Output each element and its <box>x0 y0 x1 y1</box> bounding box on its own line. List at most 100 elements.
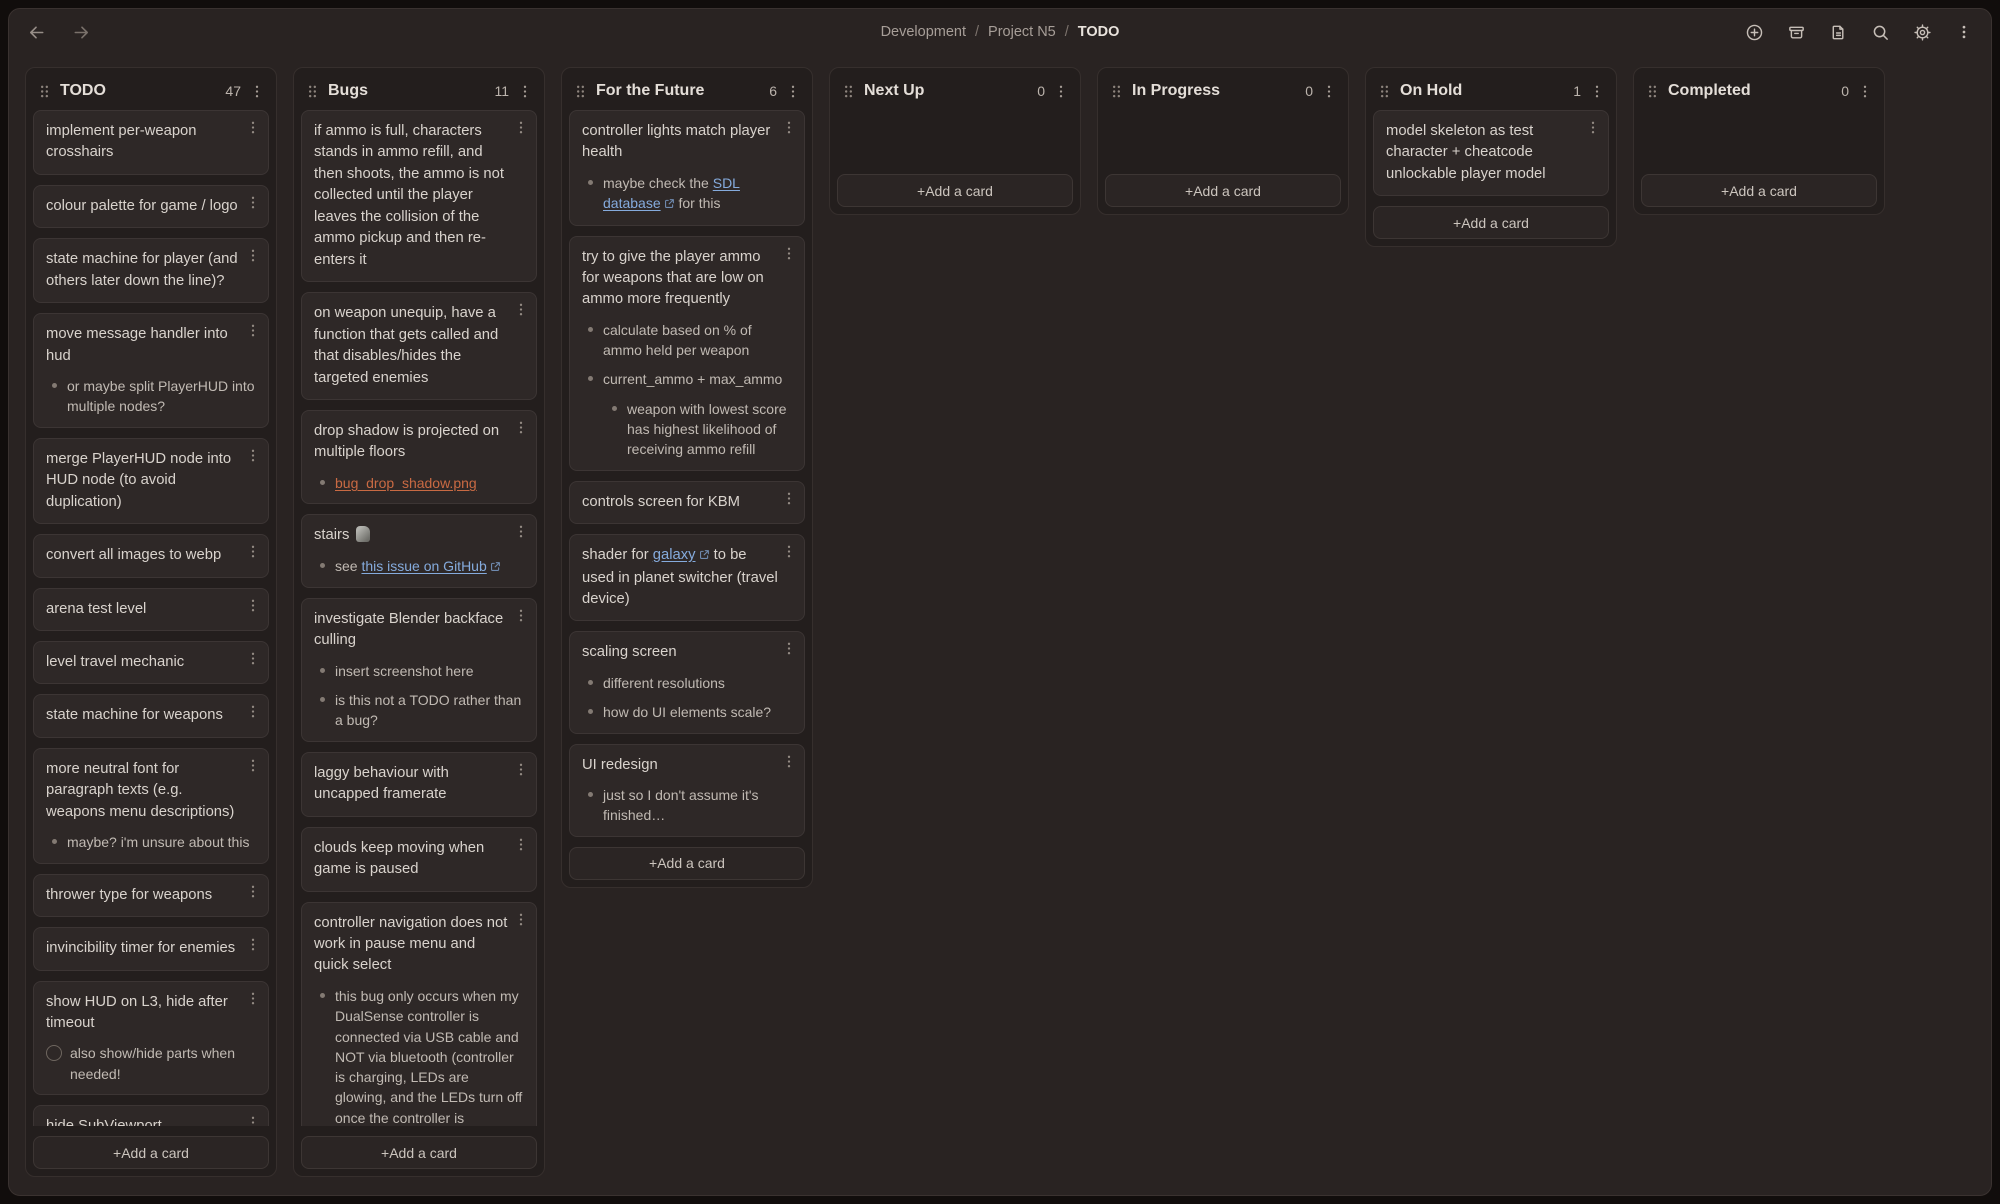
card-menu-button[interactable] <box>246 448 260 466</box>
card[interactable]: clouds keep moving when game is paused <box>301 827 537 892</box>
add-card-button[interactable]: +Add a card <box>837 174 1073 207</box>
card-menu-button[interactable] <box>246 323 260 341</box>
card[interactable]: model skeleton as test character + cheat… <box>1373 110 1609 196</box>
card[interactable]: controller navigation does not work in p… <box>301 902 537 1126</box>
card[interactable]: more neutral font for paragraph texts (e… <box>33 748 269 864</box>
kebab-menu-icon <box>518 84 532 99</box>
more-menu-button[interactable] <box>1955 23 1973 41</box>
card-menu-button[interactable] <box>1586 120 1600 138</box>
archive-button[interactable] <box>1787 23 1806 42</box>
card[interactable]: show HUD on L3, hide after timeoutalso s… <box>33 981 269 1096</box>
card-menu-button[interactable] <box>246 991 260 1009</box>
card[interactable]: laggy behaviour with uncapped framerate <box>301 752 537 817</box>
card-menu-button[interactable] <box>246 651 260 669</box>
card-menu-button[interactable] <box>514 302 528 320</box>
add-card-button[interactable]: +Add a card <box>1641 174 1877 207</box>
drag-handle-icon[interactable] <box>1110 84 1123 99</box>
card[interactable]: level travel mechanic <box>33 641 269 684</box>
column-menu-button[interactable] <box>1054 84 1068 99</box>
card-menu-button[interactable] <box>782 246 796 264</box>
back-button[interactable] <box>27 23 46 42</box>
drag-handle-icon[interactable] <box>38 84 51 99</box>
card[interactable]: controls screen for KBM <box>569 481 805 524</box>
add-card-button[interactable]: +Add a card <box>33 1136 269 1169</box>
column-menu-button[interactable] <box>518 84 532 99</box>
card[interactable]: state machine for weapons <box>33 694 269 737</box>
card[interactable]: move message handler into hudor maybe sp… <box>33 313 269 428</box>
new-item-button[interactable] <box>1745 23 1764 42</box>
card-menu-button[interactable] <box>782 491 796 509</box>
settings-button[interactable] <box>1913 23 1932 42</box>
card-menu-button[interactable] <box>246 544 260 562</box>
card-menu-button[interactable] <box>782 120 796 138</box>
notes-button[interactable] <box>1829 23 1848 42</box>
card[interactable]: invincibility timer for enemies <box>33 927 269 970</box>
forward-button[interactable] <box>72 23 91 42</box>
text: for this <box>675 195 721 211</box>
archive-icon <box>1787 23 1806 42</box>
kebab-menu-icon <box>246 758 260 776</box>
circle-checkbox[interactable] <box>46 1045 62 1061</box>
card[interactable]: thrower type for weapons <box>33 874 269 917</box>
card[interactable]: scaling screendifferent resolutionshow d… <box>569 631 805 733</box>
card-menu-button[interactable] <box>782 544 796 562</box>
text: invincibility timer for enemies <box>46 940 235 956</box>
column-menu-button[interactable] <box>786 84 800 99</box>
drag-handle-icon[interactable] <box>1646 84 1659 99</box>
card[interactable]: drop shadow is projected on multiple flo… <box>301 410 537 504</box>
drag-handle-icon[interactable] <box>306 84 319 99</box>
card[interactable]: state machine for player (and others lat… <box>33 238 269 303</box>
card-menu-button[interactable] <box>782 641 796 659</box>
card-menu-button[interactable] <box>246 598 260 616</box>
card[interactable]: shader for galaxy to be used in planet s… <box>569 534 805 621</box>
column-menu-button[interactable] <box>1590 84 1604 99</box>
card-menu-button[interactable] <box>514 524 528 542</box>
drag-handle-icon[interactable] <box>1378 84 1391 99</box>
card-menu-button[interactable] <box>514 120 528 138</box>
breadcrumb-item-project[interactable]: Project N5 <box>988 24 1056 40</box>
attachment-link[interactable]: bug_drop_shadow.png <box>335 475 477 491</box>
card[interactable]: merge PlayerHUD node into HUD node (to a… <box>33 438 269 524</box>
column-menu-button[interactable] <box>250 84 264 99</box>
card-menu-button[interactable] <box>246 248 260 266</box>
kebab-menu-icon <box>1590 84 1604 99</box>
card[interactable]: controller lights match player healthmay… <box>569 110 805 226</box>
card[interactable]: investigate Blender backface cullinginse… <box>301 598 537 742</box>
add-card-button[interactable]: +Add a card <box>569 847 805 880</box>
card[interactable]: colour palette for game / logo <box>33 185 269 228</box>
drag-handle-icon[interactable] <box>842 84 855 99</box>
card-menu-button[interactable] <box>514 608 528 626</box>
card-menu-button[interactable] <box>246 195 260 213</box>
card-menu-button[interactable] <box>246 704 260 722</box>
card[interactable]: UI redesignjust so I don't assume it's f… <box>569 744 805 837</box>
card[interactable]: hide SubViewport environment for item pr… <box>33 1105 269 1126</box>
add-card-button[interactable]: +Add a card <box>1105 174 1341 207</box>
card-menu-button[interactable] <box>514 420 528 438</box>
card[interactable]: if ammo is full, characters stands in am… <box>301 110 537 282</box>
card[interactable]: arena test level <box>33 588 269 631</box>
add-card-button[interactable]: +Add a card <box>1373 206 1609 239</box>
column-header: Completed0 <box>1641 75 1877 110</box>
search-button[interactable] <box>1871 23 1890 42</box>
external-link[interactable]: galaxy <box>653 547 696 563</box>
card-menu-button[interactable] <box>514 837 528 855</box>
card[interactable]: stairssee this issue on GitHub <box>301 514 537 588</box>
card-menu-button[interactable] <box>246 884 260 902</box>
breadcrumb-item-development[interactable]: Development <box>881 24 966 40</box>
card[interactable]: implement per-weapon crosshairs <box>33 110 269 175</box>
card[interactable]: on weapon unequip, have a function that … <box>301 292 537 400</box>
column-menu-button[interactable] <box>1322 84 1336 99</box>
drag-handle-icon[interactable] <box>574 84 587 99</box>
card-menu-button[interactable] <box>246 758 260 776</box>
card[interactable]: try to give the player ammo for weapons … <box>569 236 805 471</box>
card-menu-button[interactable] <box>246 120 260 138</box>
card[interactable]: convert all images to webp <box>33 534 269 577</box>
card-menu-button[interactable] <box>246 1115 260 1126</box>
card-menu-button[interactable] <box>514 912 528 930</box>
column-menu-button[interactable] <box>1858 84 1872 99</box>
card-menu-button[interactable] <box>246 937 260 955</box>
card-menu-button[interactable] <box>514 762 528 780</box>
external-link[interactable]: this issue on GitHub <box>361 558 486 574</box>
card-menu-button[interactable] <box>782 754 796 772</box>
add-card-button[interactable]: +Add a card <box>301 1136 537 1169</box>
